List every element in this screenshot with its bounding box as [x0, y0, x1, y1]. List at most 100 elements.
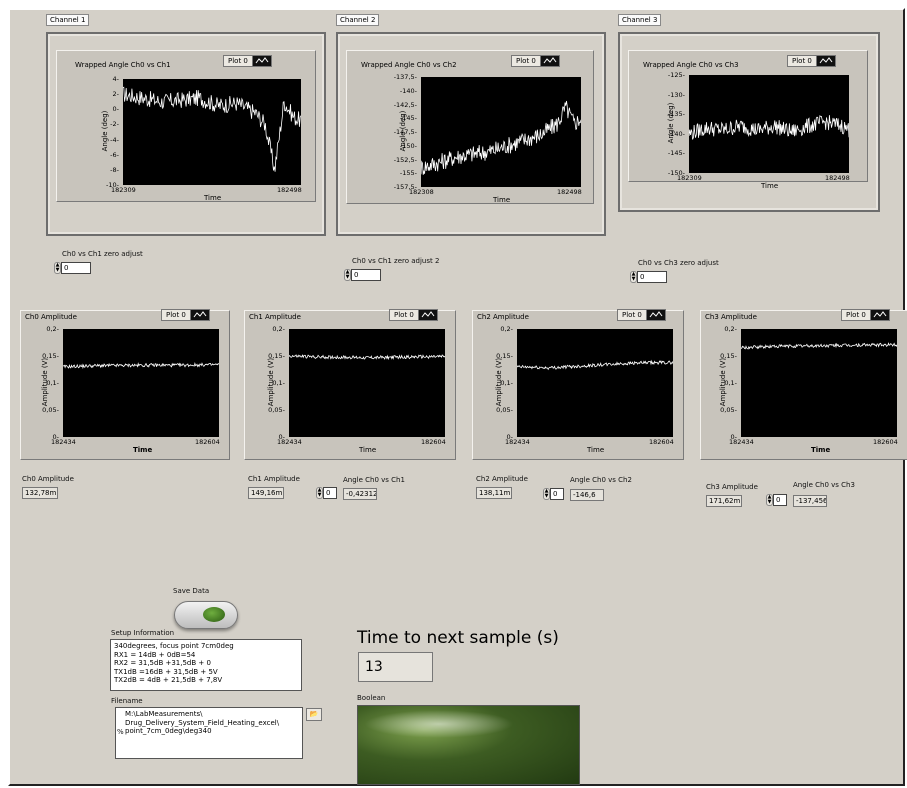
- angle-ch0-ch1-graph: Wrapped Angle Ch0 vs Ch1 Plot 0 Angle (deg…: [56, 50, 316, 202]
- angle-ch0-ch2-y-tick: -145-: [399, 114, 417, 123]
- boolean-led-indicator: [357, 705, 580, 785]
- angle-ch0-ch2-trace-line: [421, 100, 581, 175]
- save-data-toggle-button[interactable]: [174, 601, 238, 629]
- angle-ch0-ch1-x-tick: 182498: [277, 186, 302, 194]
- ch0-amplitude-indicator: 132,78m: [22, 487, 58, 499]
- amp-ch2-plot-area[interactable]: [517, 329, 673, 437]
- ch2-zero-adjust-control[interactable]: ▲ ▼ 0: [344, 269, 381, 281]
- angle-ch0-ch1-label: Angle Ch0 vs Ch1: [343, 476, 405, 484]
- plot-line-style-icon: [539, 56, 559, 66]
- angle-ch0-ch3-y-tick: -145-: [667, 149, 685, 158]
- angle-ch0-ch1-control[interactable]: ▲ ▼ 0: [316, 487, 337, 499]
- angle-ch0-ch2-y-tick: -155-: [399, 169, 417, 178]
- angle-ch0-ch3-trace-svg: [689, 114, 849, 140]
- ch1-zero-adjust-field[interactable]: 0: [61, 262, 91, 274]
- angle-ch0-ch1-plot-area[interactable]: [123, 79, 301, 185]
- amp-ch3-y-tick: 0,2-: [724, 325, 737, 333]
- amp-ch3-y-tick: 0,05-: [720, 406, 737, 414]
- angle-ch0-ch2-y-tick: -147,5-: [393, 128, 417, 136]
- angle-ch0-ch1-indicator: -0,42312: [343, 488, 377, 500]
- amp-ch3-trace-line: [741, 342, 897, 350]
- ch2-zero-adjust-field[interactable]: 0: [351, 269, 381, 281]
- ch1-zero-adjust-control[interactable]: ▲ ▼ 0: [54, 262, 91, 274]
- plot-legend-name: Plot 0: [166, 311, 186, 319]
- angle-ch0-ch3-trace-line: [689, 114, 849, 140]
- amp-ch1-trace-line: [289, 354, 445, 361]
- angle-ch0-ch3-x-axis-label: Time: [761, 182, 779, 190]
- plot-line-style-icon: [417, 310, 437, 320]
- plot-legend-name: Plot 0: [516, 57, 536, 65]
- amp-ch0-graph: Ch0 Amplitude Plot 0 Amplitude (V) 0,2- 0,15…: [20, 309, 230, 460]
- ch3-zero-adjust-field[interactable]: 0: [637, 271, 667, 283]
- increment-decrement-icon[interactable]: ▲ ▼: [543, 488, 550, 500]
- amp-ch3-graph-title: Ch3 Amplitude: [705, 313, 757, 321]
- amp-ch0-x-axis-label: Time: [133, 446, 153, 454]
- increment-decrement-icon[interactable]: ▲ ▼: [54, 262, 61, 274]
- angle-ch0-ch3-plot-area[interactable]: [689, 75, 849, 173]
- amp-ch1-trace-svg: [289, 354, 445, 361]
- amp-ch0-graph-title: Ch0 Amplitude: [25, 313, 77, 321]
- plot-line-style-icon: [815, 56, 835, 66]
- amp-ch1-y-tick: 0,2-: [272, 325, 285, 333]
- ch1-amplitude-indicator: 149,16m: [248, 487, 284, 499]
- angle-ch0-ch3-control-field[interactable]: 0: [773, 494, 787, 506]
- angle-ch0-ch3-indicator: -137,456: [793, 495, 827, 507]
- angle-ch0-ch1-graph-title: Wrapped Angle Ch0 vs Ch1: [75, 61, 171, 69]
- angle-ch0-ch3-control[interactable]: ▲ ▼ 0: [766, 494, 787, 506]
- angle-ch0-ch1-plot-legend[interactable]: Plot 0: [223, 55, 272, 67]
- increment-decrement-icon[interactable]: ▲ ▼: [630, 271, 637, 283]
- increment-decrement-icon[interactable]: ▲ ▼: [766, 494, 773, 506]
- angle-ch0-ch2-control-field[interactable]: 0: [550, 488, 564, 500]
- angle-ch0-ch3-x-tick: 182498: [825, 174, 850, 182]
- amp-ch2-x-axis-label: Time: [587, 446, 605, 454]
- amp-ch1-plot-legend[interactable]: Plot 0: [389, 309, 438, 321]
- amp-ch3-x-axis-label: Time: [811, 446, 831, 454]
- angle-ch0-ch3-plot-legend[interactable]: Plot 0: [787, 55, 836, 67]
- amp-ch3-trace-svg: [741, 342, 897, 350]
- angle-ch0-ch2-x-tick: 182308: [409, 188, 434, 196]
- increment-decrement-icon[interactable]: ▲ ▼: [316, 487, 323, 499]
- amp-ch1-graph: Ch1 Amplitude Plot 0 Amplitude (V) 0,2- 0,15…: [244, 309, 456, 460]
- amp-ch0-plot-area[interactable]: [63, 329, 219, 437]
- amp-ch3-y-tick: 0,15-: [720, 352, 737, 360]
- angle-ch0-ch2-plot-area[interactable]: [421, 77, 581, 187]
- amp-ch0-plot-legend[interactable]: Plot 0: [161, 309, 210, 321]
- amp-ch3-plot-legend[interactable]: Plot 0: [841, 309, 890, 321]
- amp-ch0-trace-svg: [63, 361, 219, 370]
- channel-1-label: Channel 1: [46, 14, 90, 26]
- channel-3-label: Channel 3: [618, 14, 662, 26]
- plot-legend-name: Plot 0: [622, 311, 642, 319]
- amp-ch0-x-tick: 182434: [51, 438, 76, 446]
- angle-ch0-ch2-plot-legend[interactable]: Plot 0: [511, 55, 560, 67]
- amp-ch2-y-tick: 0,05-: [496, 406, 513, 414]
- angle-ch0-ch2-control[interactable]: ▲ ▼ 0: [543, 488, 564, 500]
- ch3-zero-adjust-control[interactable]: ▲ ▼ 0: [630, 271, 667, 283]
- angle-ch0-ch2-x-tick: 182498: [557, 188, 582, 196]
- ch0-amplitude-indicator-label: Ch0 Amplitude: [22, 475, 74, 483]
- plot-line-style-icon: [189, 310, 209, 320]
- angle-ch0-ch3-y-tick: -140-: [667, 129, 685, 138]
- browse-folder-icon[interactable]: 📂: [306, 708, 322, 721]
- increment-decrement-icon[interactable]: ▲ ▼: [344, 269, 351, 281]
- setup-information-label: Setup Information: [111, 629, 175, 637]
- angle-ch0-ch2-trace-svg: [421, 100, 581, 175]
- angle-ch0-ch2-x-axis-label: Time: [493, 196, 511, 204]
- setup-information-textbox[interactable]: 340degrees, focus point 7cm0deg RX1 = 14…: [110, 639, 302, 691]
- amp-ch2-plot-legend[interactable]: Plot 0: [617, 309, 666, 321]
- amp-ch3-y-tick: 0,1-: [724, 379, 737, 387]
- angle-ch0-ch1-y-tick: 0-: [112, 105, 119, 114]
- angle-ch0-ch2-graph: Wrapped Angle Ch0 vs Ch2 Plot 0 Angle (deg…: [346, 50, 594, 204]
- amp-ch1-y-tick: 0,05-: [268, 406, 285, 414]
- channel-2-label: Channel 2: [336, 14, 380, 26]
- angle-ch0-ch1-control-field[interactable]: 0: [323, 487, 337, 499]
- amp-ch2-x-tick: 182434: [505, 438, 530, 446]
- filename-prefix: %: [117, 728, 124, 736]
- angle-ch0-ch3-y-axis-label: Angle (deg): [667, 102, 675, 144]
- amp-ch1-graph-title: Ch1 Amplitude: [249, 313, 301, 321]
- angle-ch0-ch1-x-tick: 182309: [111, 186, 136, 194]
- amp-ch3-plot-area[interactable]: [741, 329, 897, 437]
- filename-path-field[interactable]: M:\LabMeasurements\ Drug_Delivery_System…: [115, 707, 303, 759]
- angle-ch0-ch2-y-tick: -140-: [399, 86, 417, 95]
- amp-ch1-plot-area[interactable]: [289, 329, 445, 437]
- plot-line-style-icon: [645, 310, 665, 320]
